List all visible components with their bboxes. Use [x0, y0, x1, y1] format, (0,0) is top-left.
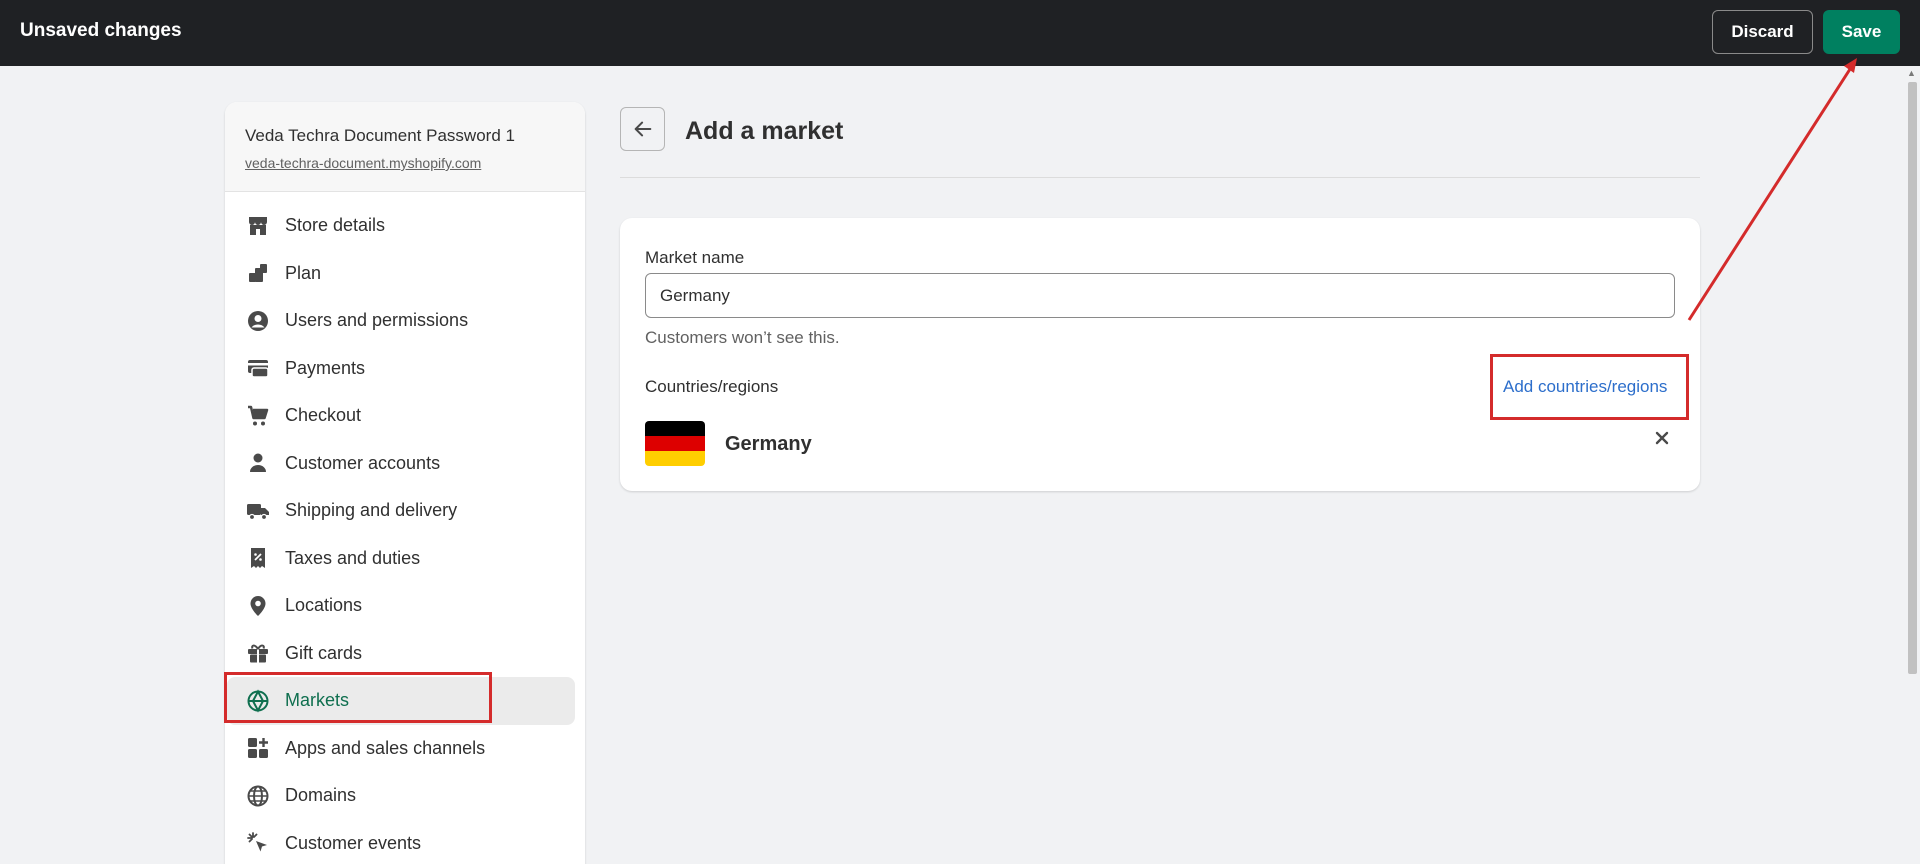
remove-country-button[interactable] — [1650, 426, 1674, 450]
sidebar-item-customer-accounts[interactable]: Customer accounts — [225, 440, 585, 488]
sidebar-item-locations[interactable]: Locations — [225, 582, 585, 630]
germany-flag-icon — [645, 421, 705, 466]
sidebar-item-users[interactable]: Users and permissions — [225, 297, 585, 345]
location-pin-icon — [245, 593, 271, 619]
scroll-up-arrow-icon[interactable]: ▲ — [1907, 68, 1916, 78]
sidebar-item-label: Store details — [285, 215, 386, 236]
sidebar-item-customer-events[interactable]: Customer events — [225, 820, 585, 864]
sidebar-item-checkout[interactable]: Checkout — [225, 392, 585, 440]
plan-icon — [245, 260, 271, 286]
sidebar-item-gift-cards[interactable]: Gift cards — [225, 630, 585, 678]
sidebar-item-label: Gift cards — [285, 642, 363, 663]
markets-highlight-box — [224, 672, 492, 723]
unsaved-changes-title: Unsaved changes — [20, 20, 182, 41]
sidebar-item-label: Users and permissions — [285, 310, 469, 331]
apps-icon — [245, 735, 271, 761]
sidebar-item-apps[interactable]: Apps and sales channels — [225, 725, 585, 773]
sidebar-item-label: Shipping and delivery — [285, 500, 458, 521]
store-header: Veda Techra Document Password 1 veda-tec… — [225, 102, 585, 192]
sidebar-item-label: Customer accounts — [285, 452, 441, 473]
receipt-icon — [245, 545, 271, 571]
sidebar-item-label: Apps and sales channels — [285, 737, 486, 758]
store-icon — [245, 213, 271, 239]
add-countries-highlight-box — [1490, 354, 1689, 420]
sidebar-item-label: Locations — [285, 595, 363, 616]
store-name: Veda Techra Document Password 1 — [245, 126, 515, 145]
settings-sidebar: Veda Techra Document Password 1 veda-tec… — [225, 102, 585, 864]
cart-icon — [245, 403, 271, 429]
header-divider — [620, 177, 1700, 178]
store-url-link[interactable]: veda-techra-document.myshopify.com — [245, 155, 565, 171]
page-title: Add a market — [685, 117, 844, 145]
user-circle-icon — [245, 308, 271, 334]
sidebar-item-taxes[interactable]: Taxes and duties — [225, 535, 585, 583]
save-button[interactable]: Save — [1823, 10, 1900, 54]
sidebar-item-domains[interactable]: Domains — [225, 772, 585, 820]
sidebar-item-label: Payments — [285, 357, 366, 378]
sidebar-item-label: Domains — [285, 785, 357, 806]
discard-button[interactable]: Discard — [1712, 10, 1813, 54]
domains-globe-icon — [245, 783, 271, 809]
gift-icon — [245, 640, 271, 666]
market-name-help-text: Customers won’t see this. — [645, 328, 840, 347]
sidebar-item-shipping[interactable]: Shipping and delivery — [225, 487, 585, 535]
arrow-left-icon — [634, 121, 651, 137]
countries-regions-label: Countries/regions — [645, 377, 779, 396]
sidebar-item-label: Taxes and duties — [285, 547, 421, 568]
sidebar-item-payments[interactable]: Payments — [225, 345, 585, 393]
payments-icon — [245, 355, 271, 381]
country-name: Germany — [725, 433, 812, 455]
truck-icon — [245, 498, 271, 524]
unsaved-changes-bar: Unsaved changes Discard Save — [0, 0, 1920, 66]
sidebar-item-label: Checkout — [285, 405, 362, 426]
close-icon — [1655, 431, 1669, 445]
sidebar-item-plan[interactable]: Plan — [225, 250, 585, 298]
market-name-label: Market name — [645, 248, 745, 267]
settings-nav: Store details Plan Users and permissions… — [225, 192, 585, 864]
back-button[interactable] — [620, 107, 665, 151]
sidebar-item-label: Customer events — [285, 832, 422, 853]
cursor-click-icon — [245, 830, 271, 856]
market-name-input[interactable] — [645, 273, 1675, 318]
sidebar-item-store-details[interactable]: Store details — [225, 202, 585, 250]
person-icon — [245, 450, 271, 476]
sidebar-item-label: Plan — [285, 262, 322, 283]
scrollbar-thumb[interactable] — [1908, 82, 1917, 674]
